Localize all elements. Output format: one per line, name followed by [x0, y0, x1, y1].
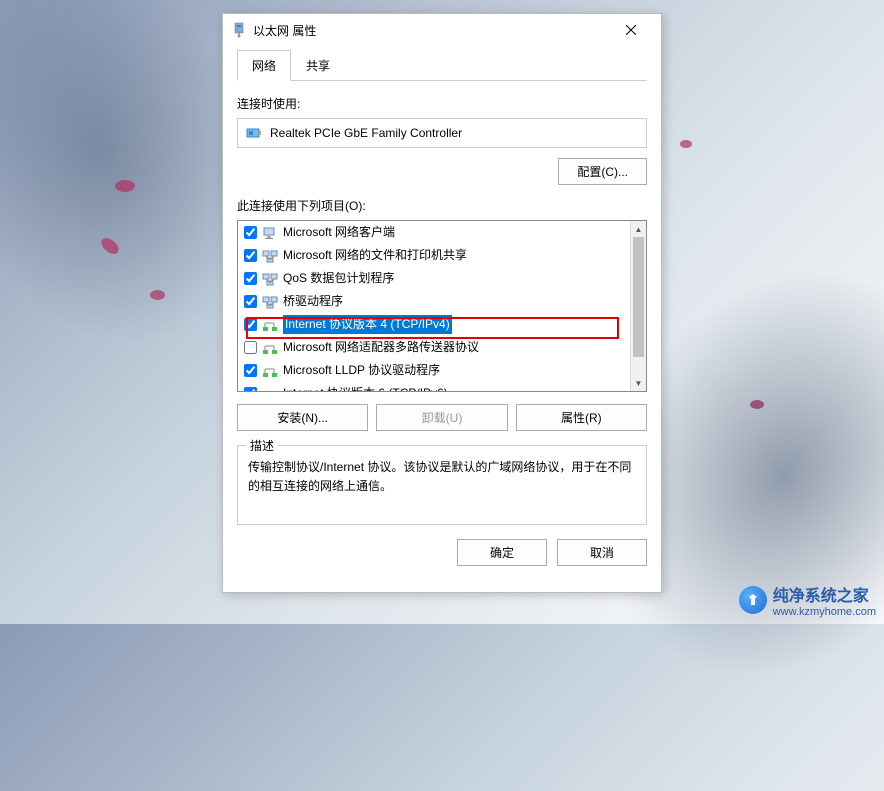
uninstall-button[interactable]: 卸载(U) — [376, 404, 507, 431]
network-items-listbox[interactable]: Microsoft 网络客户端 Microsoft 网络的文件和打印机共享 QoS … — [237, 220, 647, 392]
titlebar: 以太网 属性 — [223, 14, 661, 46]
description-group: 描述 传输控制协议/Internet 协议。该协议是默认的广域网络协议，用于在不… — [237, 445, 647, 525]
item-label: Internet 协议版本 4 (TCP/IPv4) — [283, 315, 452, 334]
properties-button[interactable]: 属性(R) — [516, 404, 647, 431]
watermark-url: www.kzmyhome.com — [773, 606, 876, 618]
item-label: Microsoft 网络的文件和打印机共享 — [283, 246, 467, 265]
watermark-title: 纯净系统之家 — [773, 582, 876, 606]
adapter-name: Realtek PCIe GbE Family Controller — [270, 126, 462, 140]
protocol-icon — [262, 318, 278, 332]
item-checkbox[interactable] — [244, 295, 257, 308]
list-item[interactable]: Internet 协议版本 4 (TCP/IPv4) — [238, 313, 646, 336]
item-checkbox[interactable] — [244, 364, 257, 377]
list-item[interactable]: Microsoft LLDP 协议驱动程序 — [238, 359, 646, 382]
ethernet-properties-dialog: 以太网 属性 网络 共享 连接时使用: Realtek PCIe GbE Fam… — [222, 13, 662, 593]
scroll-down-button[interactable]: ▼ — [631, 375, 646, 391]
item-checkbox[interactable] — [244, 272, 257, 285]
watermark-logo-icon — [739, 586, 767, 614]
scrollbar[interactable]: ▲ ▼ — [630, 221, 646, 391]
protocol-icon — [262, 387, 278, 393]
service-icon — [262, 272, 278, 286]
cancel-button[interactable]: 取消 — [557, 539, 647, 566]
tab-sharing[interactable]: 共享 — [291, 50, 345, 81]
description-text: 传输控制协议/Internet 协议。该协议是默认的广域网络协议，用于在不同的相… — [248, 460, 631, 493]
item-checkbox[interactable] — [244, 387, 257, 392]
item-checkbox[interactable] — [244, 341, 257, 354]
scrollbar-thumb[interactable] — [633, 237, 644, 357]
list-item[interactable]: Microsoft 网络客户端 — [238, 221, 646, 244]
adapter-card-icon — [246, 125, 262, 141]
scroll-up-button[interactable]: ▲ — [631, 221, 646, 237]
service-icon — [262, 249, 278, 263]
configure-button[interactable]: 配置(C)... — [558, 158, 647, 185]
list-item[interactable]: Microsoft 网络的文件和打印机共享 — [238, 244, 646, 267]
item-checkbox[interactable] — [244, 226, 257, 239]
item-checkbox[interactable] — [244, 318, 257, 331]
item-label: Microsoft LLDP 协议驱动程序 — [283, 361, 440, 380]
connect-using-label: 连接时使用: — [237, 95, 647, 112]
item-label: QoS 数据包计划程序 — [283, 269, 394, 288]
list-item[interactable]: Microsoft 网络适配器多路传送器协议 — [238, 336, 646, 359]
protocol-icon — [262, 341, 278, 355]
network-adapter-icon — [231, 22, 247, 38]
watermark: 纯净系统之家 www.kzmyhome.com — [739, 582, 876, 618]
adapter-display: Realtek PCIe GbE Family Controller — [237, 118, 647, 148]
tab-bar: 网络 共享 — [237, 50, 647, 81]
item-label: 桥驱动程序 — [283, 292, 343, 311]
item-label: Internet 协议版本 6 (TCP/IPv6) — [283, 384, 448, 392]
list-item[interactable]: 桥驱动程序 — [238, 290, 646, 313]
close-icon — [626, 25, 636, 35]
list-item[interactable]: Internet 协议版本 6 (TCP/IPv6) — [238, 382, 646, 392]
close-button[interactable] — [609, 15, 653, 45]
client-icon — [262, 226, 278, 240]
tab-networking[interactable]: 网络 — [237, 50, 291, 81]
items-used-label: 此连接使用下列项目(O): — [237, 197, 647, 214]
service-icon — [262, 295, 278, 309]
item-label: Microsoft 网络客户端 — [283, 223, 395, 242]
ok-button[interactable]: 确定 — [457, 539, 547, 566]
item-label: Microsoft 网络适配器多路传送器协议 — [283, 338, 479, 357]
protocol-icon — [262, 364, 278, 378]
item-checkbox[interactable] — [244, 249, 257, 262]
window-title: 以太网 属性 — [253, 22, 609, 39]
list-item[interactable]: QoS 数据包计划程序 — [238, 267, 646, 290]
description-legend: 描述 — [246, 437, 278, 456]
install-button[interactable]: 安装(N)... — [237, 404, 368, 431]
